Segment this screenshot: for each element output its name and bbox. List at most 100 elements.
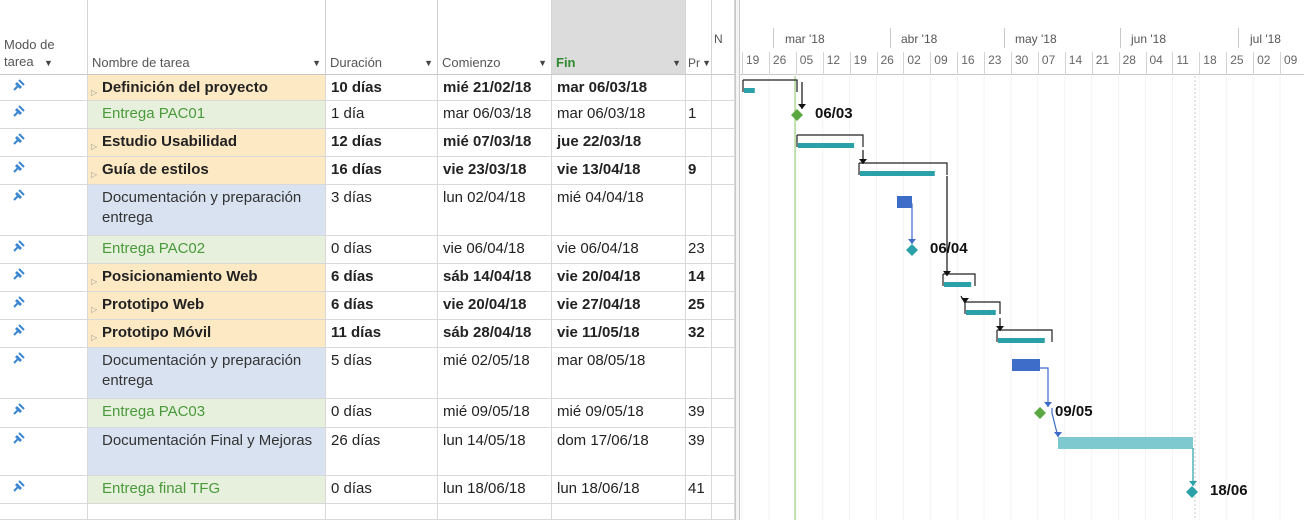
- duration-cell[interactable]: 6 días: [326, 264, 438, 292]
- expand-triangle-icon[interactable]: ▷: [91, 272, 97, 291]
- predecessors-cell[interactable]: 23: [686, 236, 712, 264]
- column-header-predecessors[interactable]: Pr ▼: [686, 0, 712, 75]
- duration-cell[interactable]: 12 días: [326, 129, 438, 157]
- end-date-cell[interactable]: vie 13/04/18: [552, 157, 686, 185]
- duration-cell[interactable]: 0 días: [326, 399, 438, 428]
- table-row[interactable]: ▷ Posicionamiento Web 6 días sáb 14/04/18 vi…: [0, 264, 735, 292]
- table-row[interactable]: ▷ Prototipo Móvil 11 días sáb 28/04/18 vie 1…: [0, 320, 735, 348]
- task-mode-cell[interactable]: [0, 101, 88, 129]
- filter-dropdown-icon[interactable]: ▼: [312, 58, 321, 68]
- resources-cell[interactable]: [712, 292, 735, 320]
- filter-dropdown-icon[interactable]: ▼: [44, 58, 53, 68]
- duration-cell[interactable]: 11 días: [326, 320, 438, 348]
- column-header-start[interactable]: Comienzo ▼: [438, 0, 552, 75]
- task-name-cell[interactable]: ▷ Prototipo Móvil: [88, 320, 326, 348]
- start-date-cell[interactable]: lun 14/05/18: [438, 428, 552, 476]
- table-row[interactable]: Entrega PAC03 0 días mié 09/05/18 mié 09/05…: [0, 399, 735, 428]
- task-mode-cell[interactable]: [0, 292, 88, 320]
- end-date-cell[interactable]: mar 06/03/18: [552, 101, 686, 129]
- end-date-cell[interactable]: mar 08/05/18: [552, 348, 686, 399]
- start-date-cell[interactable]: mié 21/02/18: [438, 75, 552, 101]
- duration-cell[interactable]: 26 días: [326, 428, 438, 476]
- predecessors-cell[interactable]: 14: [686, 264, 712, 292]
- task-mode-cell[interactable]: [0, 399, 88, 428]
- task-name-cell[interactable]: ▷ Posicionamiento Web: [88, 264, 326, 292]
- resources-cell[interactable]: [712, 236, 735, 264]
- start-date-cell[interactable]: vie 23/03/18: [438, 157, 552, 185]
- empty-cell[interactable]: [712, 504, 735, 520]
- task-name-cell[interactable]: Entrega PAC02: [88, 236, 326, 264]
- predecessors-cell[interactable]: [686, 185, 712, 236]
- task-mode-cell[interactable]: [0, 185, 88, 236]
- task-mode-cell[interactable]: [0, 476, 88, 504]
- resources-cell[interactable]: [712, 157, 735, 185]
- start-date-cell[interactable]: lun 02/04/18: [438, 185, 552, 236]
- empty-cell[interactable]: [88, 504, 326, 520]
- start-date-cell[interactable]: mié 09/05/18: [438, 399, 552, 428]
- task-mode-cell[interactable]: [0, 428, 88, 476]
- start-date-cell[interactable]: sáb 28/04/18: [438, 320, 552, 348]
- resources-cell[interactable]: [712, 75, 735, 101]
- resources-cell[interactable]: [712, 320, 735, 348]
- start-date-cell[interactable]: sáb 14/04/18: [438, 264, 552, 292]
- table-row[interactable]: ▷ Prototipo Web 6 días vie 20/04/18 vie 27/0…: [0, 292, 735, 320]
- resources-cell[interactable]: [712, 185, 735, 236]
- task-mode-cell[interactable]: [0, 320, 88, 348]
- predecessors-cell[interactable]: 9: [686, 157, 712, 185]
- expand-triangle-icon[interactable]: ▷: [91, 83, 97, 100]
- task-name-cell[interactable]: ▷ Prototipo Web: [88, 292, 326, 320]
- expand-triangle-icon[interactable]: ▷: [91, 137, 97, 156]
- task-mode-cell[interactable]: [0, 75, 88, 101]
- predecessors-cell[interactable]: [686, 348, 712, 399]
- task-name-cell[interactable]: Entrega final TFG: [88, 476, 326, 504]
- start-date-cell[interactable]: lun 18/06/18: [438, 476, 552, 504]
- table-row[interactable]: Documentación Final y Mejoras 26 días lun …: [0, 428, 735, 476]
- table-row[interactable]: Entrega PAC01 1 día mar 06/03/18 mar 06/03/…: [0, 101, 735, 129]
- end-date-cell[interactable]: mié 09/05/18: [552, 399, 686, 428]
- duration-cell[interactable]: 3 días: [326, 185, 438, 236]
- start-date-cell[interactable]: vie 06/04/18: [438, 236, 552, 264]
- task-mode-cell[interactable]: [0, 236, 88, 264]
- empty-cell[interactable]: [0, 504, 88, 520]
- resources-cell[interactable]: [712, 348, 735, 399]
- column-header-name[interactable]: Nombre de tarea ▼: [88, 0, 326, 75]
- duration-cell[interactable]: 10 días: [326, 75, 438, 101]
- predecessors-cell[interactable]: 39: [686, 428, 712, 476]
- duration-cell[interactable]: 16 días: [326, 157, 438, 185]
- filter-dropdown-icon[interactable]: ▼: [672, 58, 681, 68]
- task-name-cell[interactable]: Documentación Final y Mejoras: [88, 428, 326, 476]
- expand-triangle-icon[interactable]: ▷: [91, 300, 97, 319]
- empty-cell[interactable]: [552, 504, 686, 520]
- duration-cell[interactable]: 0 días: [326, 236, 438, 264]
- resources-cell[interactable]: [712, 476, 735, 504]
- predecessors-cell[interactable]: 39: [686, 399, 712, 428]
- end-date-cell[interactable]: dom 17/06/18: [552, 428, 686, 476]
- table-row[interactable]: ▷ Estudio Usabilidad 12 días mié 07/03/18 ju…: [0, 129, 735, 157]
- table-row[interactable]: ▷ Definición del proyecto 10 días mié 21/02…: [0, 75, 735, 101]
- duration-cell[interactable]: 0 días: [326, 476, 438, 504]
- table-row[interactable]: Documentación y preparación entrega 3 día…: [0, 185, 735, 236]
- column-header-end[interactable]: Fin ▼: [552, 0, 686, 75]
- task-name-cell[interactable]: ▷ Definición del proyecto: [88, 75, 326, 101]
- task-name-cell[interactable]: ▷ Guía de estilos: [88, 157, 326, 185]
- start-date-cell[interactable]: mar 06/03/18: [438, 101, 552, 129]
- end-date-cell[interactable]: lun 18/06/18: [552, 476, 686, 504]
- task-mode-cell[interactable]: [0, 129, 88, 157]
- duration-cell[interactable]: 6 días: [326, 292, 438, 320]
- empty-cell[interactable]: [326, 504, 438, 520]
- task-mode-cell[interactable]: [0, 348, 88, 399]
- table-row[interactable]: Entrega PAC02 0 días vie 06/04/18 vie 06/04…: [0, 236, 735, 264]
- column-header-mode[interactable]: Modo de tarea ▼: [0, 0, 88, 75]
- start-date-cell[interactable]: mié 07/03/18: [438, 129, 552, 157]
- end-date-cell[interactable]: vie 20/04/18: [552, 264, 686, 292]
- filter-dropdown-icon[interactable]: ▼: [538, 58, 547, 68]
- task-name-cell[interactable]: Entrega PAC01: [88, 101, 326, 129]
- table-row[interactable]: ▷ Guía de estilos 16 días vie 23/03/18 vie 1…: [0, 157, 735, 185]
- end-date-cell[interactable]: vie 27/04/18: [552, 292, 686, 320]
- start-date-cell[interactable]: mié 02/05/18: [438, 348, 552, 399]
- task-name-cell[interactable]: ▷ Estudio Usabilidad: [88, 129, 326, 157]
- empty-row[interactable]: [0, 504, 735, 520]
- resources-cell[interactable]: [712, 399, 735, 428]
- resources-cell[interactable]: [712, 129, 735, 157]
- duration-cell[interactable]: 1 día: [326, 101, 438, 129]
